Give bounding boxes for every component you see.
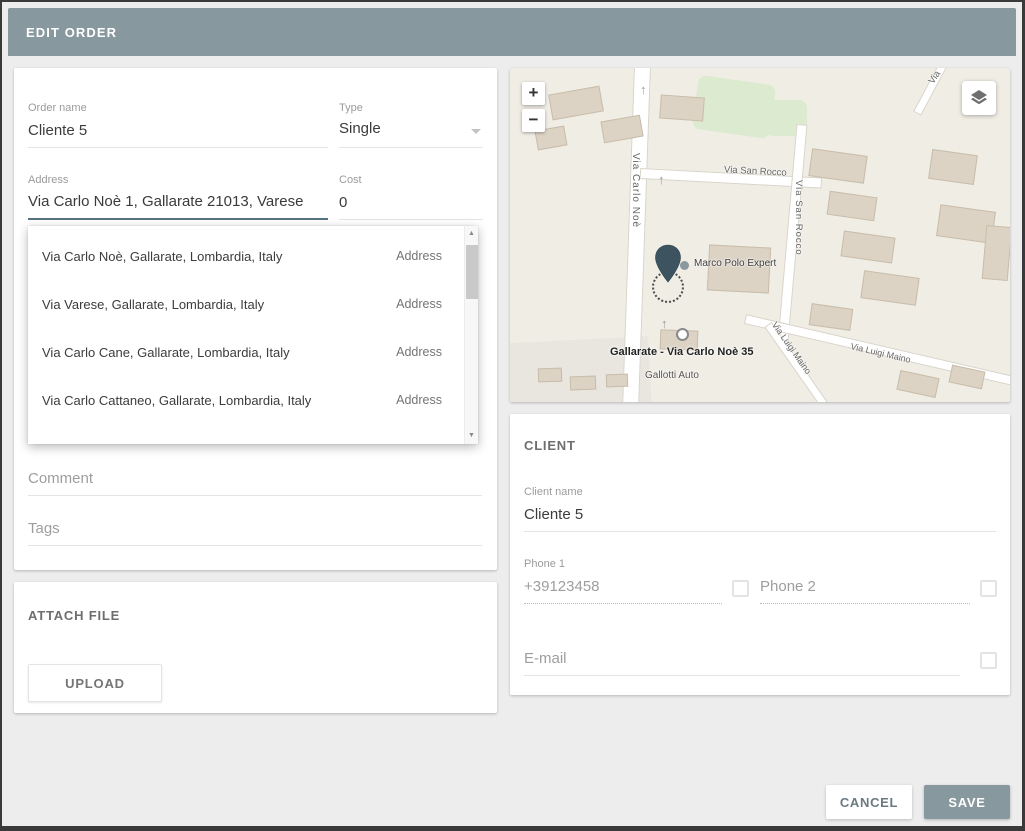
- upload-button[interactable]: UPLOAD: [28, 664, 162, 702]
- dialog-header: EDIT ORDER: [8, 8, 1016, 56]
- layers-icon: [969, 88, 989, 108]
- cost-input[interactable]: [339, 192, 483, 220]
- poi-marco-polo-label: Marco Polo Expert: [694, 258, 776, 269]
- map-building: [840, 231, 895, 264]
- client-card: CLIENT Client name Phone 1: [510, 414, 1010, 695]
- map-building: [606, 374, 628, 388]
- suggestion-text: Via Carlo Noè, Gallarate, Lombardia, Ita…: [42, 249, 282, 264]
- address-suggestion[interactable]: Via Carlo Noè, Gallarate, Lombardia, Ita…: [28, 232, 464, 280]
- map-building: [707, 244, 771, 293]
- marker-caption: Gallarate - Via Carlo Noè 35: [610, 346, 753, 358]
- map-building: [982, 225, 1010, 281]
- phone2-input[interactable]: [760, 576, 970, 604]
- poi-gallotti-label: Gallotti Auto: [645, 370, 699, 381]
- phone1-input[interactable]: [524, 576, 722, 604]
- zoom-in-button[interactable]: +: [522, 82, 545, 105]
- order-form-card: Order name Type Single Address Cost Via …: [14, 68, 497, 570]
- client-title: CLIENT: [524, 438, 576, 453]
- address-suggestions-dropdown: Via Carlo Noè, Gallarate, Lombardia, Ita…: [28, 226, 478, 444]
- address-label: Address: [28, 174, 68, 186]
- address-suggestion[interactable]: Via Carlo Cane, Gallarate, Lombardia, It…: [28, 328, 464, 376]
- cost-label: Cost: [339, 174, 362, 186]
- comment-input[interactable]: [28, 468, 482, 496]
- scroll-up-icon[interactable]: ▲: [465, 226, 478, 242]
- save-button-label: SAVE: [948, 795, 985, 810]
- suggestion-type: Address: [396, 393, 442, 407]
- upload-button-label: UPLOAD: [65, 676, 125, 691]
- edit-order-dialog: EDIT ORDER Order name Type Single Addres…: [0, 0, 1025, 831]
- tags-input[interactable]: [28, 518, 482, 546]
- map-building: [809, 303, 854, 331]
- save-button[interactable]: SAVE: [924, 785, 1010, 819]
- email-checkbox[interactable]: [980, 652, 997, 669]
- phone2-checkbox[interactable]: [980, 580, 997, 597]
- suggestion-text: Via Carlo Cane, Gallarate, Lombardia, It…: [42, 345, 290, 360]
- layers-button[interactable]: [962, 81, 996, 115]
- suggestion-type: Address: [396, 297, 442, 311]
- map-building: [548, 86, 604, 121]
- chevron-down-icon: [471, 129, 481, 134]
- order-name-label: Order name: [28, 102, 87, 114]
- oneway-arrow-icon: ↑: [661, 316, 668, 331]
- suggestion-text: Via Varese, Gallarate, Lombardia, Italy: [42, 297, 264, 312]
- poi-icon: [676, 328, 689, 341]
- client-name-input[interactable]: [524, 504, 996, 532]
- cancel-button[interactable]: CANCEL: [826, 785, 912, 819]
- map-building: [538, 368, 562, 383]
- client-name-label: Client name: [524, 486, 583, 498]
- phone1-checkbox[interactable]: [732, 580, 749, 597]
- attach-file-card: ATTACH FILE UPLOAD: [14, 582, 497, 713]
- map-building: [860, 270, 919, 306]
- attach-file-title: ATTACH FILE: [28, 608, 120, 623]
- suggestion-type: Address: [396, 345, 442, 359]
- oneway-arrow-icon: ↑: [658, 172, 665, 187]
- phone1-label: Phone 1: [524, 558, 565, 570]
- map-building: [570, 376, 596, 391]
- address-input[interactable]: [28, 192, 328, 220]
- dialog-title: EDIT ORDER: [26, 25, 117, 40]
- suggestions-scrollbar[interactable]: ▲ ▼: [464, 226, 478, 444]
- cancel-button-label: CANCEL: [840, 795, 898, 810]
- type-select[interactable]: Single: [339, 120, 483, 148]
- map-building: [827, 191, 878, 221]
- email-input[interactable]: [524, 648, 960, 676]
- address-suggestion[interactable]: Via Varese, Gallarate, Lombardia, Italy …: [28, 280, 464, 328]
- zoom-out-button[interactable]: −: [522, 109, 545, 132]
- street-label-carlo-noe: Via Carlo Noè: [630, 153, 641, 228]
- map-green-area: [692, 75, 777, 139]
- map-building: [659, 94, 705, 121]
- street-label-san-rocco-2: Via San Rocco: [793, 180, 804, 256]
- map[interactable]: ↑ ↑ ↑ Via Carlo Noè Via San Rocco Via Sa…: [510, 68, 1010, 402]
- map-pin-icon[interactable]: [654, 244, 682, 284]
- map-building: [896, 370, 939, 398]
- address-suggestion[interactable]: Via Carlo Cattaneo, Gallarate, Lombardia…: [28, 376, 464, 424]
- suggestion-text: Via Carlo Cattaneo, Gallarate, Lombardia…: [42, 393, 311, 408]
- scrollbar-thumb[interactable]: [466, 245, 478, 299]
- map-building: [928, 149, 978, 185]
- oneway-arrow-icon: ↑: [640, 82, 647, 97]
- suggestion-type: Address: [396, 249, 442, 263]
- scroll-down-icon[interactable]: ▼: [465, 428, 478, 444]
- type-select-value: Single: [339, 120, 381, 137]
- type-label: Type: [339, 102, 363, 114]
- order-name-input[interactable]: [28, 120, 328, 148]
